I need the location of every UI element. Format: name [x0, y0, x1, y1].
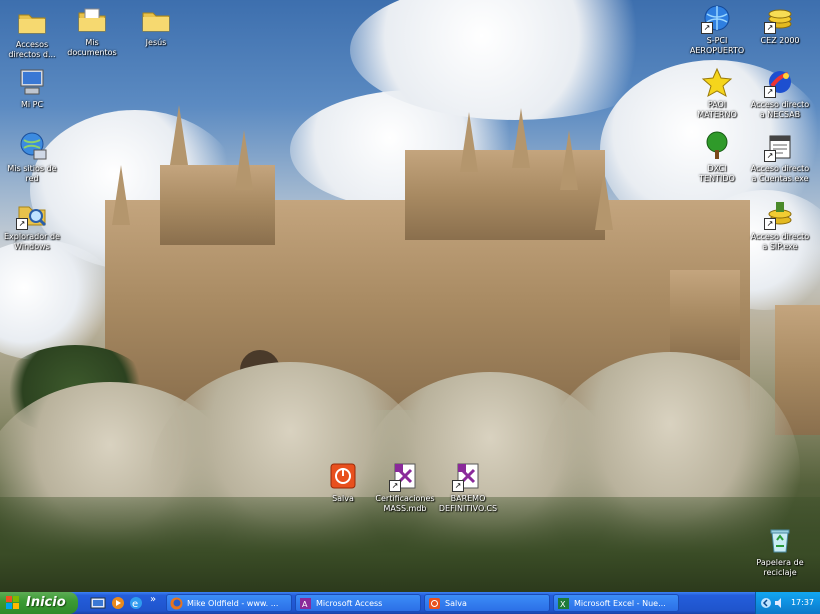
icon-label: Acceso directo a Cuentas.exe — [750, 164, 810, 183]
task-button-firefox[interactable]: Mike Oldfield - www. ... — [166, 594, 292, 612]
spire — [560, 130, 578, 190]
papelera-de-reciclaje-icon[interactable]: Papelera de reciclaje — [742, 524, 818, 578]
tray-arrow-icon[interactable] — [760, 596, 772, 610]
volume-icon[interactable] — [774, 596, 786, 610]
spire — [170, 105, 188, 165]
windows-logo-icon — [6, 596, 19, 609]
svg-text:X: X — [560, 600, 566, 609]
taskbar: Inicio e » Mike Oldfield - www. ... A Mi… — [0, 592, 820, 614]
icon-label: Papelera de reciclaje — [756, 558, 804, 577]
task-label: Microsoft Excel - Nue... — [574, 599, 666, 608]
system-tray: 17:37 — [755, 592, 820, 614]
firefox-icon — [170, 597, 183, 610]
start-label: Inicio — [26, 595, 66, 610]
spire — [235, 130, 253, 190]
shortcut-arrow-icon: ↗ — [764, 22, 776, 34]
icon-label: Acceso directo a SIP.exe — [750, 232, 810, 251]
shortcut-arrow-icon: ↗ — [764, 150, 776, 162]
spire — [512, 108, 530, 168]
icon-label: Mi PC — [20, 100, 44, 109]
task-label: Salva — [445, 599, 467, 608]
icon-label: CEZ 2000 — [760, 36, 800, 45]
icon-label: BAREMO DEFINITIVO.CS — [438, 494, 498, 513]
desktop-wallpaper[interactable]: Accesos directos d... Mis documentos Jes… — [0, 0, 820, 592]
start-button[interactable]: Inicio — [0, 592, 78, 614]
cathedral-chapel — [670, 270, 740, 360]
shortcut-arrow-icon: ↗ — [16, 218, 28, 230]
salva-task-icon — [429, 598, 440, 609]
show-desktop-icon[interactable] — [90, 595, 106, 611]
mi-pc-icon[interactable]: Mi PC — [0, 66, 70, 110]
shortcut-arrow-icon: ↗ — [701, 22, 713, 34]
explorador-de-windows-icon[interactable]: ↗ Explorador de Windows — [0, 198, 70, 252]
task-label: Microsoft Access — [316, 599, 383, 608]
task-label: Mike Oldfield - www. ... — [187, 599, 279, 608]
icon-label: Mis sitios de red — [7, 164, 57, 183]
icon-label: Jesús — [145, 38, 167, 47]
task-button-access[interactable]: A Microsoft Access — [295, 594, 421, 612]
media-player-icon[interactable] — [110, 595, 126, 611]
access-icon: A — [300, 598, 311, 609]
shortcut-arrow-icon: ↗ — [764, 218, 776, 230]
clock[interactable]: 17:37 — [791, 592, 814, 614]
shortcut-arrow-icon: ↗ — [764, 86, 776, 98]
svg-text:A: A — [302, 600, 308, 609]
task-button-excel[interactable]: X Microsoft Excel - Nue... — [553, 594, 679, 612]
cez-2000-icon[interactable]: ↗ CEZ 2000 — [742, 2, 818, 46]
acceso-directo-necsab-icon[interactable]: ↗ Acceso directo a NECSAB — [742, 66, 818, 120]
baremo-definitivo-icon[interactable]: ↗ BAREMO DEFINITIVO.CS — [430, 460, 506, 514]
cathedral-tower — [160, 165, 275, 245]
task-button-salva[interactable]: Salva — [424, 594, 550, 612]
spire — [112, 165, 130, 225]
shortcut-arrow-icon: ↗ — [389, 480, 401, 492]
icon-label: Explorador de Windows — [4, 232, 60, 251]
shortcut-arrow-icon: ↗ — [452, 480, 464, 492]
mis-sitios-de-red-icon[interactable]: Mis sitios de red — [0, 130, 70, 184]
internet-explorer-icon[interactable]: e — [128, 595, 144, 611]
acceso-directo-cuentas-icon[interactable]: ↗ Acceso directo a Cuentas.exe — [742, 130, 818, 184]
jesus-folder-icon[interactable]: Jesús — [118, 4, 194, 48]
svg-text:e: e — [132, 599, 138, 610]
quicklaunch-more-icon[interactable]: » — [150, 594, 156, 605]
excel-icon: X — [558, 598, 569, 609]
spire — [460, 112, 478, 172]
icon-label: Acceso directo a NECSAB — [750, 100, 810, 119]
spire — [595, 170, 613, 230]
acceso-directo-sip-icon[interactable]: ↗ Acceso directo a SIP.exe — [742, 198, 818, 252]
